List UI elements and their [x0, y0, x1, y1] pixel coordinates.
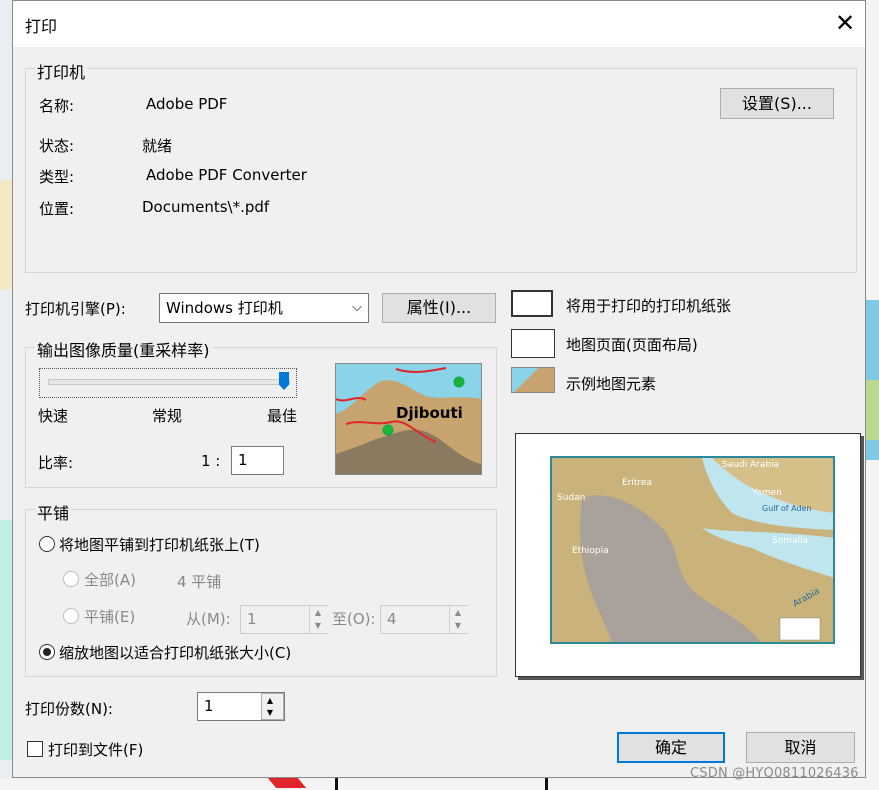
- spin-up-icon[interactable]: ▲: [264, 695, 276, 706]
- printer-engine-value: Windows 打印机: [166, 299, 283, 317]
- from-value: 1: [247, 610, 257, 628]
- printer-name-label: 名称:: [39, 97, 75, 115]
- tile-radio[interactable]: [39, 536, 55, 552]
- tile-all-label[interactable]: 全部(A): [84, 569, 136, 590]
- background-map-right: [866, 0, 879, 790]
- printer-location-label: 位置:: [39, 200, 75, 218]
- to-label: 至(O):: [332, 610, 376, 628]
- properties-button[interactable]: 属性(I)...: [382, 293, 496, 323]
- printer-engine-label: 打印机引擎(P):: [25, 300, 126, 318]
- slider-thumb[interactable]: [279, 372, 289, 390]
- preview-label-ethiopia: Ethiopia: [572, 546, 609, 556]
- preview-label-yemen: Yemen: [752, 488, 782, 498]
- page-preview: Saudi Arabia Eritrea Yemen Sudan Gulf of…: [515, 433, 861, 677]
- preview-label-gulf: Gulf of Aden: [762, 504, 812, 513]
- ratio-input[interactable]: 1: [231, 446, 284, 475]
- sample-element-swatch: [511, 367, 555, 393]
- quality-fast-label: 快速: [38, 407, 69, 425]
- ratio-label: 比率:: [38, 454, 74, 472]
- printer-group-title: 打印机: [35, 59, 88, 83]
- quality-slider[interactable]: [39, 368, 297, 398]
- ok-button[interactable]: 确定: [617, 732, 725, 763]
- quality-normal-label: 常规: [152, 407, 183, 425]
- printer-location-value: Documents\*.pdf: [142, 198, 270, 216]
- preview-label-saudi: Saudi Arabia: [722, 460, 780, 470]
- printer-paper-legend: 将用于打印的打印机纸张: [566, 297, 732, 315]
- print-to-file-label[interactable]: 打印到文件(F): [48, 739, 143, 760]
- sample-element-legend: 示例地图元素: [566, 375, 657, 393]
- printer-name-value: Adobe PDF: [146, 95, 228, 113]
- from-label: 从(M):: [186, 610, 231, 628]
- printer-status-value: 就绪: [142, 137, 173, 155]
- map-page-legend: 地图页面(页面布局): [566, 336, 698, 354]
- spin-up-icon[interactable]: ▲: [452, 607, 464, 618]
- quality-group-title: 输出图像质量(重采样率): [35, 337, 212, 361]
- page-preview-map: Saudi Arabia Eritrea Yemen Sudan Gulf of…: [550, 456, 835, 644]
- print-dialog: 打印 ✕ 打印机 名称: Adobe PDF 状态: 就绪 类型: Adobe …: [12, 0, 866, 778]
- title-bar: 打印 ✕: [13, 1, 865, 47]
- printer-type-value: Adobe PDF Converter: [146, 166, 307, 184]
- scale-option-label[interactable]: 缩放地图以适合打印机纸张大小(C): [59, 642, 291, 663]
- from-input[interactable]: 1 ▲ ▼: [240, 605, 328, 634]
- scale-radio[interactable]: [39, 644, 55, 660]
- map-page-swatch: [511, 329, 555, 358]
- tile-count-label: 4 平铺: [177, 573, 222, 591]
- tile-range-label[interactable]: 平铺(E): [84, 606, 135, 627]
- cancel-button[interactable]: 取消: [746, 732, 855, 763]
- printer-status-label: 状态:: [39, 137, 75, 155]
- sample-map-preview: Djibouti: [335, 363, 482, 475]
- quality-best-label: 最佳: [267, 407, 298, 425]
- copies-input[interactable]: 1 ▲ ▼: [197, 692, 285, 721]
- chevron-down-icon: ⌵: [352, 300, 362, 315]
- printer-type-label: 类型:: [39, 168, 75, 186]
- copies-spinner[interactable]: ▲ ▼: [261, 693, 284, 720]
- preview-label-somalia: Somalia: [772, 536, 809, 546]
- printer-engine-select[interactable]: Windows 打印机 ⌵: [159, 293, 369, 323]
- printer-paper-swatch: [511, 290, 553, 317]
- to-input[interactable]: 4 ▲ ▼: [380, 605, 468, 634]
- preview-label-sudan: Sudan: [557, 493, 586, 503]
- spin-down-icon[interactable]: ▼: [452, 620, 464, 631]
- copies-value: 1: [204, 697, 214, 715]
- preview-label-eritrea: Eritrea: [622, 478, 652, 488]
- watermark: CSDN @HYQ0811026436: [690, 766, 859, 781]
- setup-button[interactable]: 设置(S)...: [720, 88, 834, 119]
- copies-label: 打印份数(N):: [25, 700, 113, 718]
- tiling-group-title: 平铺: [35, 500, 72, 524]
- close-icon[interactable]: ✕: [831, 9, 859, 37]
- spin-down-icon[interactable]: ▼: [312, 620, 324, 631]
- tile-range-radio[interactable]: [63, 608, 79, 624]
- to-value: 4: [387, 610, 397, 628]
- slider-track: [48, 379, 290, 385]
- from-spinner[interactable]: ▲ ▼: [309, 606, 328, 633]
- tile-option-label[interactable]: 将地图平铺到打印机纸张上(T): [59, 534, 260, 555]
- spin-up-icon[interactable]: ▲: [312, 607, 324, 618]
- spin-down-icon[interactable]: ▼: [264, 707, 276, 718]
- ratio-prefix: 1 :: [201, 452, 221, 470]
- to-spinner[interactable]: ▲ ▼: [449, 606, 468, 633]
- sample-map-label: Djibouti: [396, 404, 463, 422]
- tile-all-radio[interactable]: [63, 571, 79, 587]
- dialog-title: 打印: [25, 17, 58, 36]
- print-to-file-checkbox[interactable]: [27, 741, 43, 757]
